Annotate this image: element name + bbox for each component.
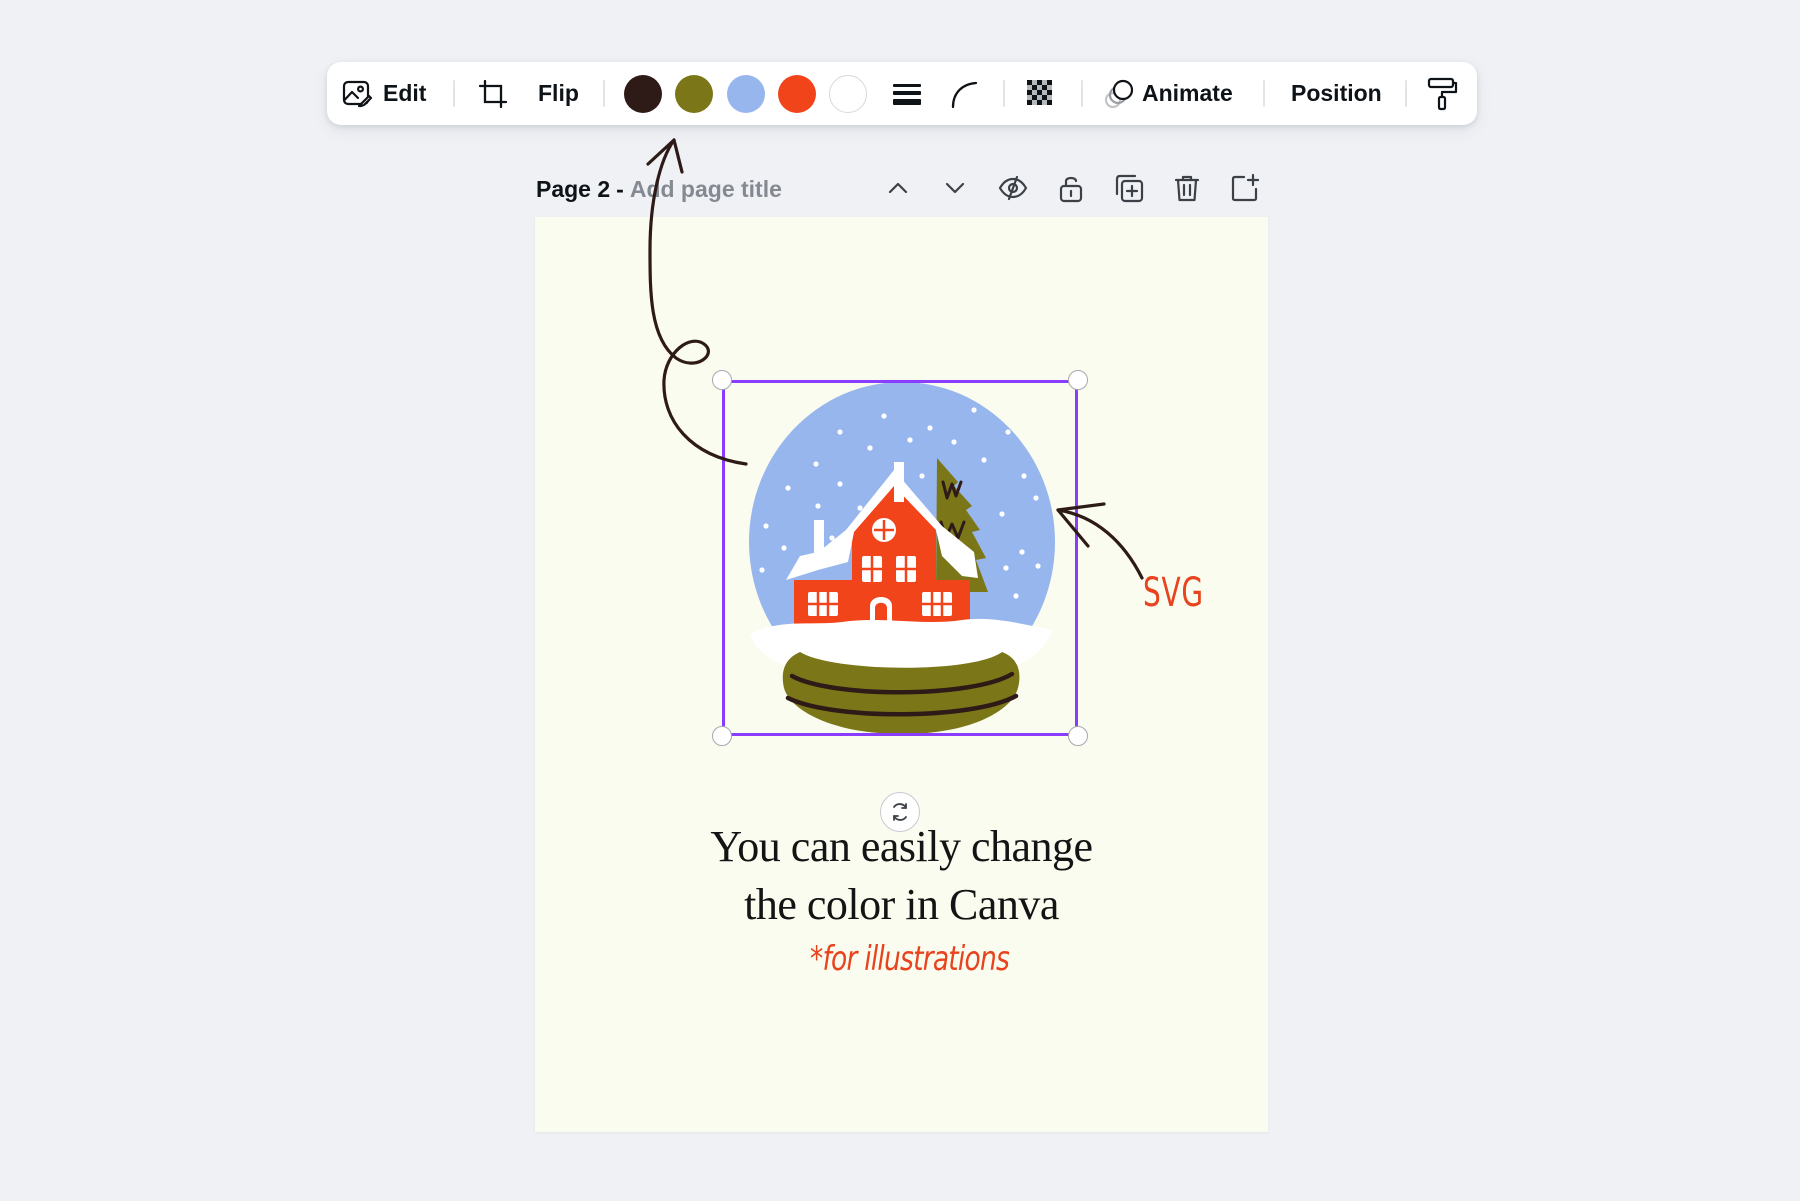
resize-handle-bottom-left[interactable] (712, 726, 732, 746)
animate-button[interactable]: Animate (1102, 62, 1233, 125)
rotate-icon (893, 803, 907, 821)
move-page-down-button[interactable] (939, 172, 971, 204)
hide-icon (998, 175, 1028, 201)
swatch-red-orange[interactable] (778, 75, 816, 113)
swatch-olive[interactable] (675, 75, 713, 113)
chevron-down-icon (945, 182, 965, 194)
corner-rounding-button[interactable] (948, 62, 980, 125)
hide-page-button[interactable] (997, 172, 1029, 204)
resize-handle-top-left[interactable] (712, 370, 732, 390)
corner-rounding-icon (948, 78, 980, 110)
contextual-toolbar: Edit Flip Animate Position (327, 62, 1477, 125)
move-page-up-button[interactable] (882, 172, 914, 204)
toolbar-divider (1003, 80, 1005, 107)
animate-label: Animate (1142, 80, 1233, 106)
position-button[interactable]: Position (1291, 62, 1382, 125)
resize-handle-bottom-right[interactable] (1068, 726, 1088, 746)
flip-label: Flip (538, 80, 579, 106)
resize-handle-top-right[interactable] (1068, 370, 1088, 390)
selection-frame (722, 380, 1078, 736)
page-number-label: Page 2 (536, 175, 611, 202)
add-page-icon (1231, 173, 1260, 202)
swatch-light-blue[interactable] (727, 75, 765, 113)
toolbar-divider (1263, 80, 1265, 107)
toolbar-divider (1081, 80, 1083, 107)
position-label: Position (1291, 80, 1382, 106)
edit-image-icon (341, 78, 373, 110)
page-title-separator: - (616, 175, 624, 202)
svg-annotation-label: SVG (1143, 570, 1204, 616)
duplicate-icon (1115, 174, 1144, 203)
swatch-dark-brown[interactable] (624, 75, 662, 113)
delete-page-button[interactable] (1171, 172, 1203, 204)
duplicate-page-button[interactable] (1113, 172, 1145, 204)
flip-button[interactable]: Flip (538, 62, 579, 125)
toolbar-divider (453, 80, 455, 107)
lock-icon (1059, 176, 1083, 203)
transparency-icon (1025, 78, 1057, 110)
chevron-up-icon (888, 182, 908, 194)
arrow-to-toolbar-head (646, 138, 684, 174)
toolbar-divider (1405, 80, 1407, 107)
animate-icon (1102, 77, 1136, 111)
transparency-button[interactable] (1025, 62, 1057, 125)
crop-icon (477, 78, 509, 110)
lock-page-button[interactable] (1055, 172, 1087, 204)
paint-roller-icon (1426, 77, 1458, 111)
footnote-text[interactable]: *for illustrations (810, 939, 1044, 979)
border-style-icon (891, 78, 923, 110)
edit-label: Edit (383, 80, 427, 106)
rotate-handle[interactable] (880, 792, 920, 832)
edit-button[interactable]: Edit (341, 62, 426, 125)
border-style-button[interactable] (891, 62, 923, 125)
add-page-button[interactable] (1229, 172, 1261, 204)
page-header: Page 2 - Add page title (536, 172, 782, 206)
toolbar-divider (603, 80, 605, 107)
trash-icon (1174, 175, 1200, 202)
add-page-title-input[interactable]: Add page title (630, 176, 782, 203)
headline-line-2[interactable]: the color in Canva (535, 879, 1268, 930)
swatch-white[interactable] (829, 75, 867, 113)
copy-style-button[interactable] (1426, 62, 1458, 125)
crop-button[interactable] (477, 62, 509, 125)
